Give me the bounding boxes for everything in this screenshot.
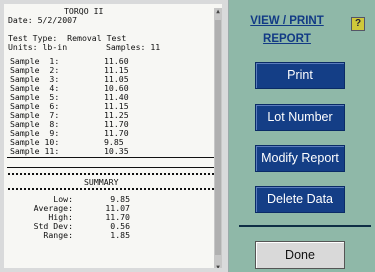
scroll-up-icon[interactable]: ▲ bbox=[214, 8, 222, 16]
report-pane: TORQO II Date: 5/2/2007 Test Type: Remov… bbox=[0, 0, 229, 272]
report-sample-count: Samples: 11 bbox=[106, 42, 161, 52]
dotted-separator bbox=[8, 188, 214, 192]
separator-line bbox=[7, 157, 215, 158]
report-preview[interactable]: TORQO II Date: 5/2/2007 Test Type: Remov… bbox=[4, 4, 222, 268]
modify-report-button[interactable]: Modify Report bbox=[255, 145, 345, 172]
scroll-thumb[interactable] bbox=[215, 20, 221, 255]
report-units: Units: lb-in bbox=[8, 42, 68, 52]
panel-divider bbox=[239, 225, 371, 227]
panel-title-line1: VIEW / PRINT bbox=[250, 15, 324, 27]
delete-data-button[interactable]: Delete Data bbox=[255, 186, 345, 213]
action-panel: VIEW / PRINT REPORT ? Print Lot Number M… bbox=[229, 0, 375, 272]
panel-title-line2: REPORT bbox=[263, 33, 311, 45]
panel-title: VIEW / PRINT REPORT bbox=[237, 12, 337, 48]
summary-value: 1.85 bbox=[110, 230, 130, 240]
summary-title: SUMMARY bbox=[84, 177, 119, 187]
print-button[interactable]: Print bbox=[255, 62, 345, 89]
help-button[interactable]: ? bbox=[351, 17, 365, 31]
report-scrollbar[interactable]: ▲ ▼ bbox=[214, 8, 222, 268]
lot-number-button[interactable]: Lot Number bbox=[255, 104, 345, 131]
report-date: Date: 5/2/2007 bbox=[8, 15, 78, 25]
summary-label: Range: bbox=[43, 230, 73, 240]
sample-label: Sample 11: bbox=[10, 146, 60, 156]
sample-value: 10.35 bbox=[104, 146, 129, 156]
done-button[interactable]: Done bbox=[255, 241, 345, 269]
scroll-down-icon[interactable]: ▼ bbox=[214, 264, 222, 268]
separator-line bbox=[7, 167, 215, 168]
